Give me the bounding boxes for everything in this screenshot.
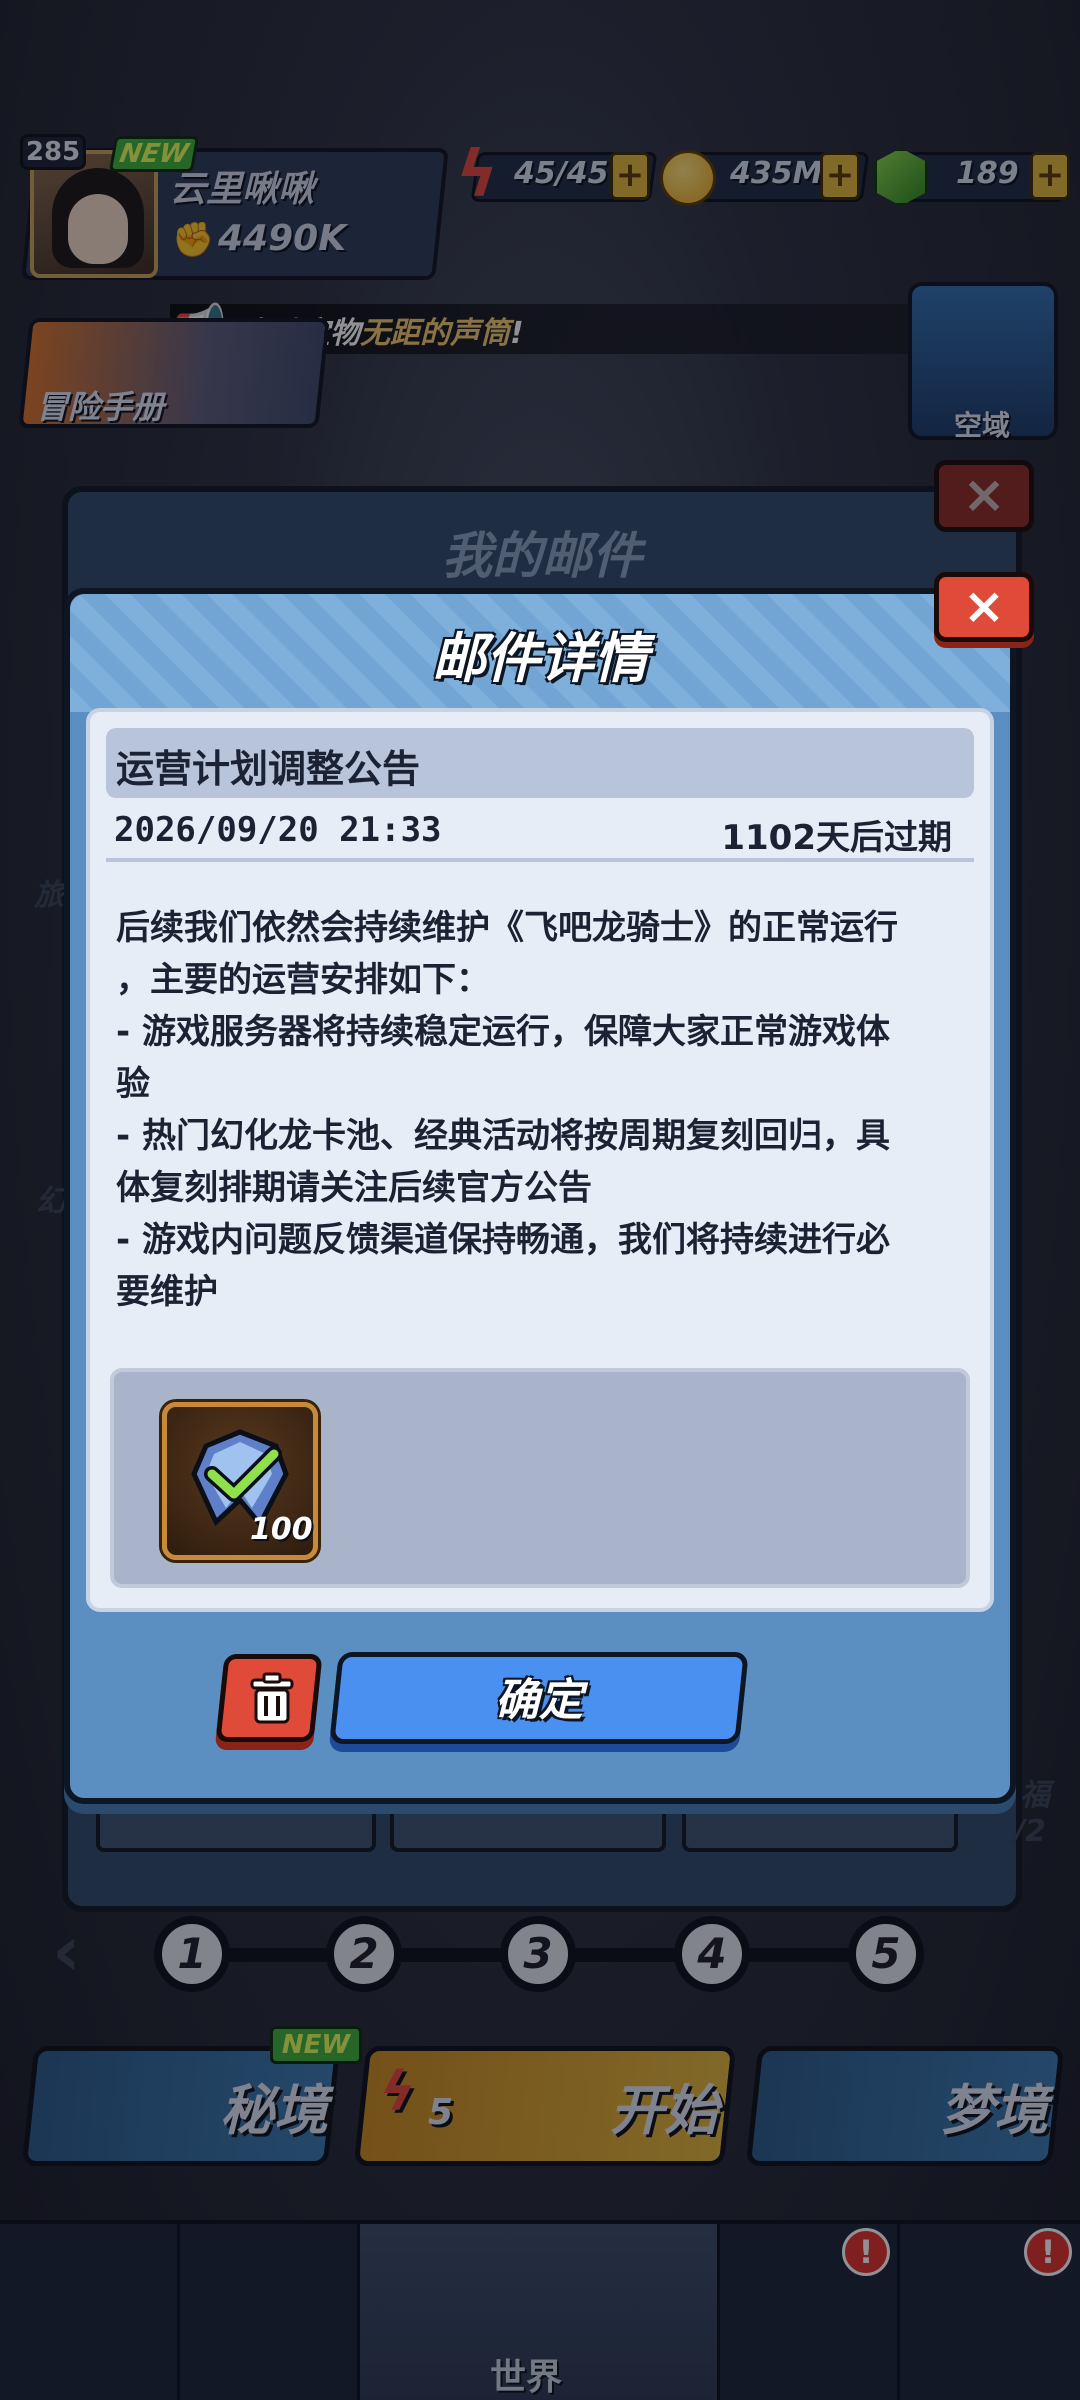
divider bbox=[106, 858, 974, 862]
dialog-close-button[interactable]: × bbox=[934, 572, 1034, 642]
mail-expire: 1102天后过期 bbox=[721, 818, 952, 858]
mail-body: 后续我们依然会持续维护《飞吧龙骑士》的正常运行 ，主要的运营安排如下： - 游戏… bbox=[116, 908, 898, 1312]
confirm-label: 确定 bbox=[495, 1675, 583, 1726]
attachment-count: 100 bbox=[250, 1512, 313, 1547]
trash-icon bbox=[250, 1672, 294, 1724]
dialog-title: 邮件详情 bbox=[432, 627, 648, 690]
mail-date: 2026/09/20 21:33 bbox=[114, 810, 442, 850]
mail-subject: 运营计划调整公告 bbox=[116, 747, 421, 791]
